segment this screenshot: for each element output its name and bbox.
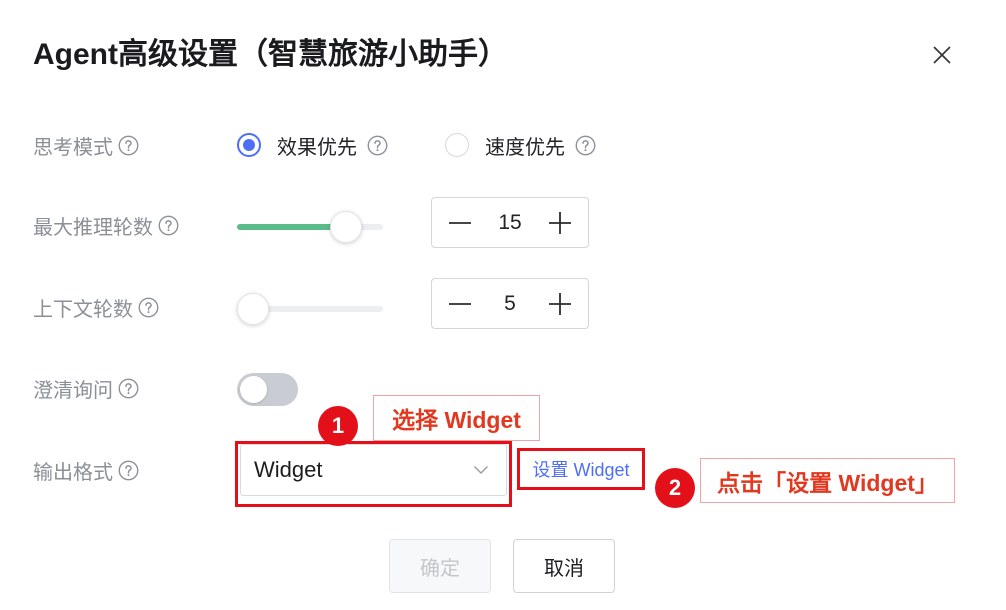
toggle-knob — [240, 376, 267, 403]
max-rounds-label: 最大推理轮数 — [33, 216, 153, 239]
help-icon[interactable] — [367, 135, 388, 156]
annotation-marker-1: 1 — [318, 406, 358, 446]
slider-thumb[interactable] — [330, 211, 363, 243]
radio-option-speed-first[interactable]: 速度优先 — [445, 125, 596, 165]
radio-button[interactable] — [237, 133, 261, 157]
minus-icon — [449, 302, 471, 305]
plus-icon — [548, 211, 571, 234]
stepper-value[interactable]: 15 — [498, 211, 521, 235]
help-icon[interactable] — [575, 135, 596, 156]
max-rounds-slider[interactable] — [237, 211, 383, 243]
help-icon[interactable] — [158, 215, 179, 236]
radio-option-quality-first[interactable]: 效果优先 — [237, 125, 388, 165]
annotation-callout-1: 选择 Widget — [373, 395, 540, 441]
stepper-value[interactable]: 5 — [504, 292, 516, 316]
chevron-down-icon — [474, 466, 488, 474]
context-rounds-label: 上下文轮数 — [33, 298, 133, 321]
slider-thumb[interactable] — [237, 293, 269, 325]
annotation-highlight-link: 设置 Widget — [517, 448, 645, 490]
help-icon[interactable] — [118, 135, 139, 156]
max-rounds-field-label: 最大推理轮数 — [33, 205, 179, 245]
close-icon — [933, 46, 951, 64]
radio-label: 速度优先 — [485, 136, 565, 159]
clarification-label: 澄清询问 — [33, 379, 113, 402]
radio-label: 效果优先 — [277, 136, 357, 159]
dialog-title: Agent高级设置（智慧旅游小助手） — [33, 38, 508, 71]
decrement-button[interactable] — [447, 210, 473, 236]
select-value: Widget — [254, 457, 323, 482]
max-rounds-stepper: 15 — [431, 197, 589, 248]
help-icon[interactable] — [118, 378, 139, 399]
annotation-marker-2: 2 — [655, 468, 695, 508]
decrement-button[interactable] — [447, 291, 473, 317]
output-format-field-label: 输出格式 — [33, 450, 139, 490]
minus-icon — [449, 221, 471, 224]
output-format-select[interactable]: Widget — [240, 444, 507, 496]
increment-button[interactable] — [547, 291, 573, 317]
context-rounds-slider[interactable] — [237, 293, 383, 325]
help-icon[interactable] — [138, 297, 159, 318]
clarification-toggle[interactable] — [237, 373, 298, 406]
context-rounds-field-label: 上下文轮数 — [33, 287, 159, 327]
thinking-mode-field-label: 思考模式 — [33, 125, 139, 165]
increment-button[interactable] — [547, 210, 573, 236]
plus-icon — [549, 292, 571, 315]
close-button[interactable] — [930, 43, 954, 67]
clarification-field-label: 澄清询问 — [33, 368, 139, 408]
confirm-button[interactable]: 确定 — [389, 539, 491, 593]
radio-button[interactable] — [445, 133, 469, 157]
thinking-mode-label: 思考模式 — [33, 136, 113, 159]
cancel-button[interactable]: 取消 — [513, 539, 615, 593]
output-format-label: 输出格式 — [33, 461, 113, 484]
context-rounds-stepper: 5 — [431, 278, 589, 329]
widget-settings-link[interactable]: 设置 Widget — [532, 456, 629, 482]
advanced-settings-dialog: Agent高级设置（智慧旅游小助手） 思考模式 效果优先 速度优先 最大推理轮数… — [0, 0, 1006, 610]
help-icon[interactable] — [118, 460, 139, 481]
annotation-callout-2: 点击「设置 Widget」 — [700, 458, 955, 503]
